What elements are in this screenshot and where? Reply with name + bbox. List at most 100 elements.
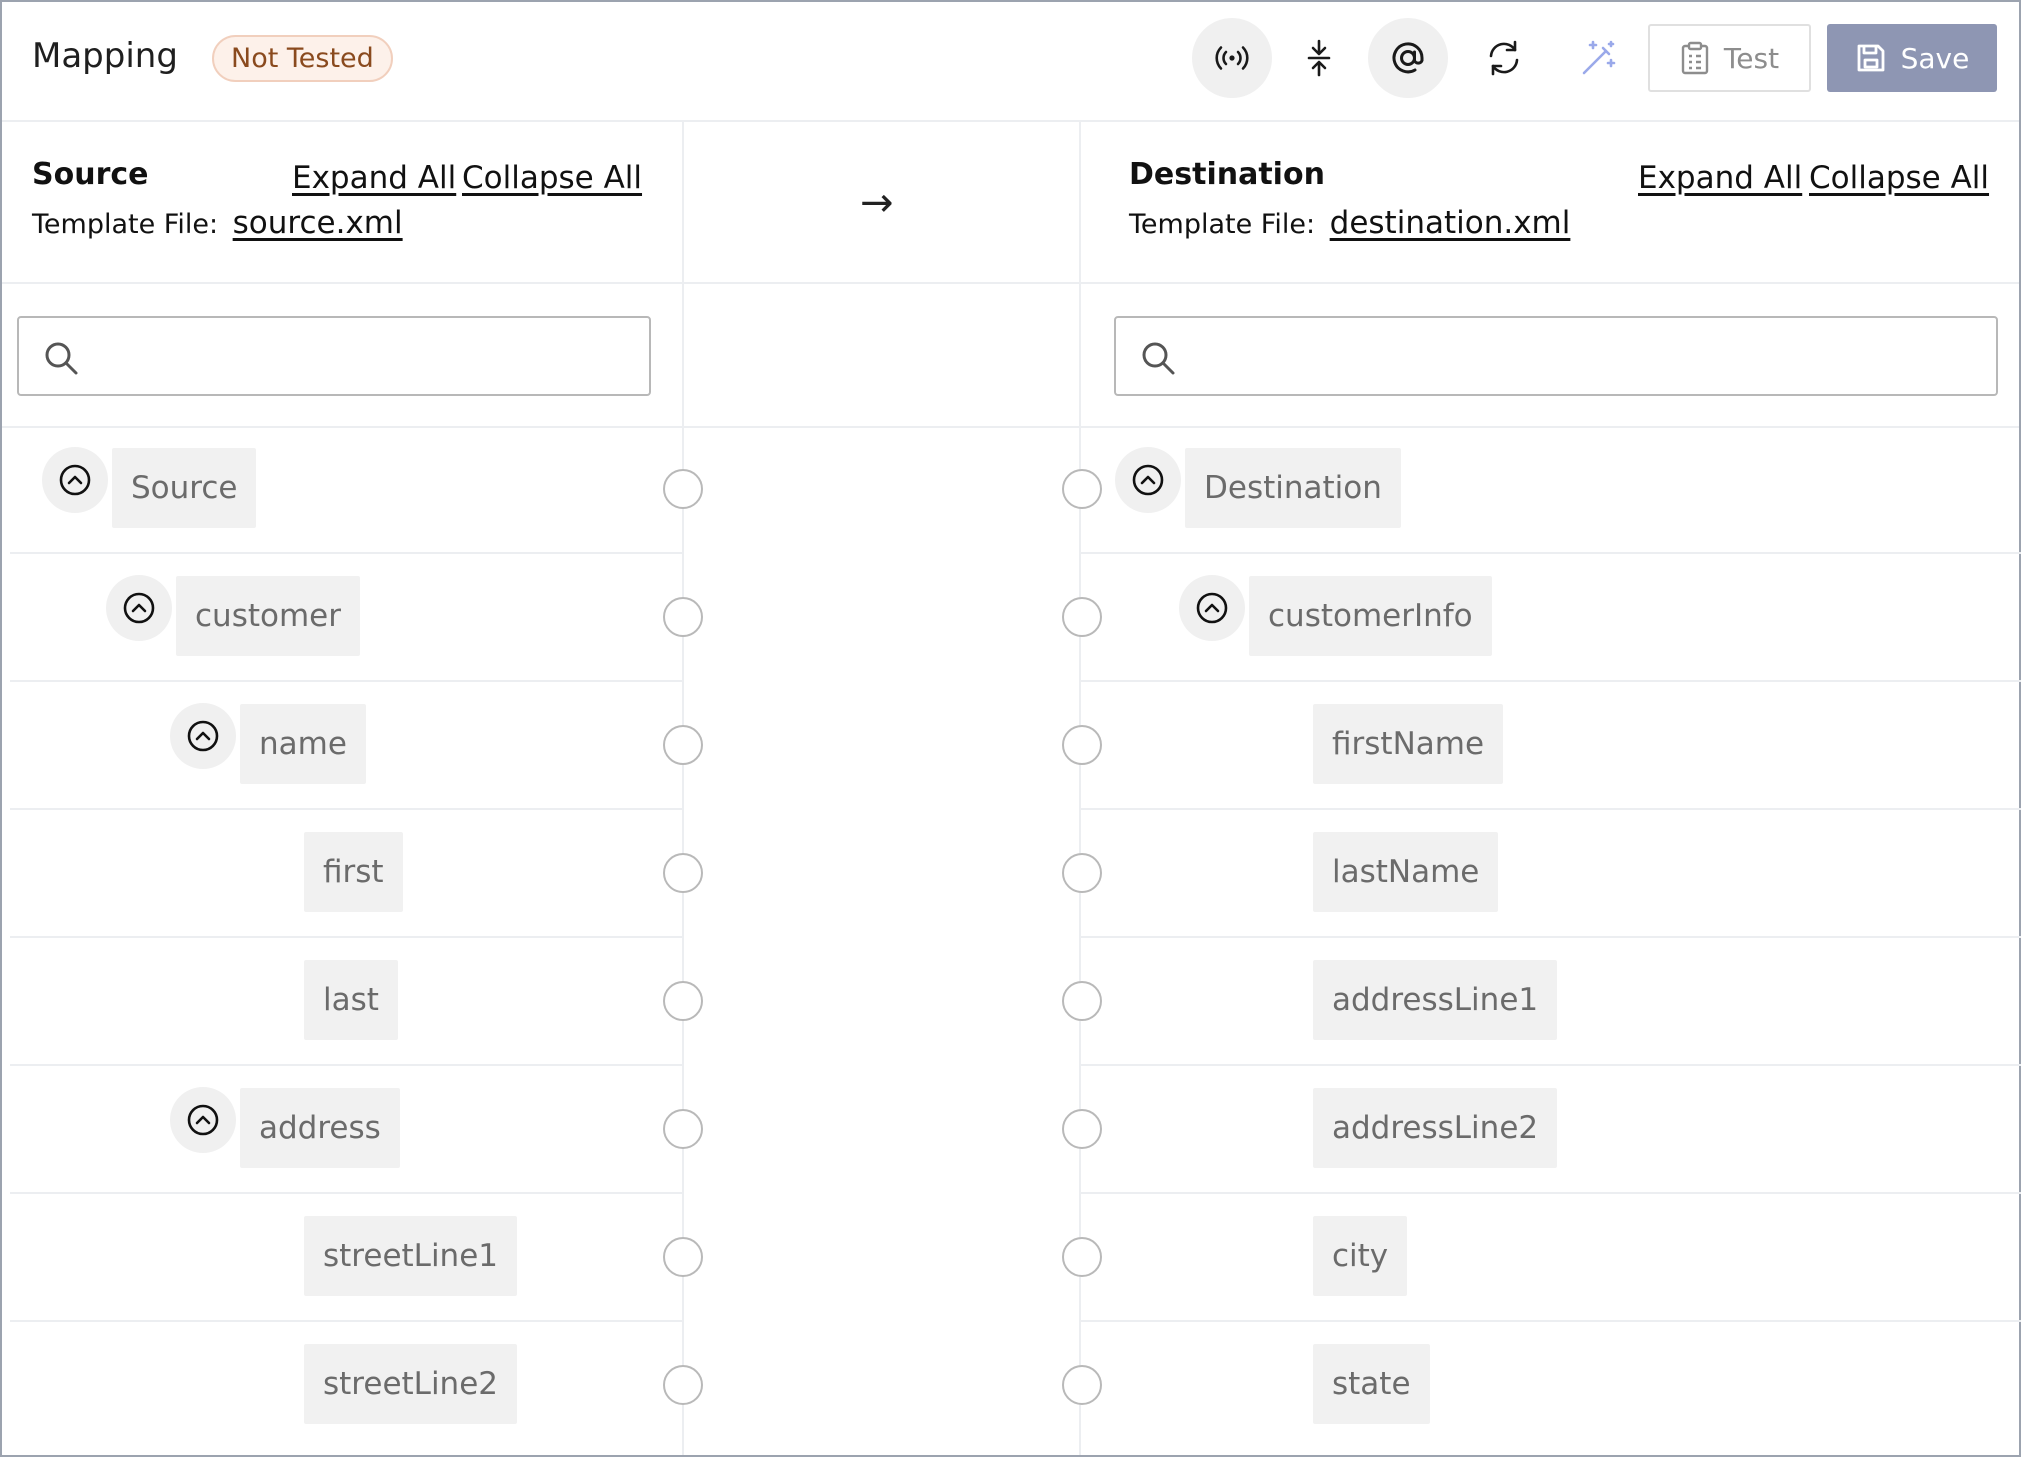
chevron-up-icon bbox=[187, 720, 219, 752]
source-tree-row: customer bbox=[10, 554, 703, 682]
destination-template-file-link[interactable]: destination.xml bbox=[1330, 205, 1571, 241]
clipboard-icon bbox=[1681, 41, 1709, 75]
status-badge: Not Tested bbox=[212, 35, 393, 82]
source-template-file: Template File: source.xml bbox=[32, 205, 403, 241]
source-node-label[interactable]: customer bbox=[176, 576, 360, 656]
destination-connector-port[interactable] bbox=[1062, 725, 1102, 765]
source-node-label[interactable]: Source bbox=[112, 448, 257, 528]
destination-node-label[interactable]: customerInfo bbox=[1249, 576, 1492, 656]
source-tree-row: Source bbox=[10, 426, 703, 554]
destination-tree-row: lastName bbox=[1062, 810, 2021, 938]
source-search-input[interactable] bbox=[99, 328, 639, 384]
compress-vertical-icon bbox=[1307, 39, 1331, 77]
destination-tree-row: city bbox=[1062, 1194, 2021, 1322]
compress-button[interactable] bbox=[1279, 18, 1359, 98]
source-node-label[interactable]: last bbox=[304, 960, 398, 1040]
search-icon bbox=[1142, 342, 1175, 375]
destination-connector-port[interactable] bbox=[1062, 597, 1102, 637]
source-node-label[interactable]: first bbox=[304, 832, 403, 912]
source-connector-port[interactable] bbox=[663, 853, 703, 893]
source-template-label: Template File: bbox=[32, 209, 219, 240]
chevron-up-icon bbox=[123, 592, 155, 624]
destination-node-label[interactable]: city bbox=[1313, 1216, 1408, 1296]
source-connector-port[interactable] bbox=[663, 1237, 703, 1277]
source-expand-all-link[interactable]: Expand All bbox=[292, 160, 456, 196]
test-button[interactable]: Test bbox=[1648, 24, 1811, 92]
at-sign-icon bbox=[1392, 42, 1424, 74]
destination-node-label[interactable]: lastName bbox=[1313, 832, 1499, 912]
mapping-arrow: → bbox=[860, 180, 894, 226]
destination-node-label[interactable]: addressLine1 bbox=[1313, 960, 1558, 1040]
refresh-button[interactable] bbox=[1464, 18, 1544, 98]
destination-connector-port[interactable] bbox=[1062, 981, 1102, 1021]
destination-tree-row: state bbox=[1062, 1322, 2021, 1450]
destination-tree-row: Destination bbox=[1062, 426, 2021, 554]
search-icon bbox=[45, 342, 78, 375]
collapse-toggle[interactable] bbox=[106, 575, 172, 641]
collapse-toggle[interactable] bbox=[170, 703, 236, 769]
source-connector-port[interactable] bbox=[663, 725, 703, 765]
source-connector-port[interactable] bbox=[663, 469, 703, 509]
destination-tree-row: addressLine2 bbox=[1062, 1066, 2021, 1194]
destination-tree-row: firstName bbox=[1062, 682, 2021, 810]
source-panel-title: Source bbox=[32, 157, 149, 192]
chevron-up-icon bbox=[187, 1104, 219, 1136]
destination-template-file: Template File: destination.xml bbox=[1129, 205, 1570, 241]
magic-wand-button[interactable] bbox=[1559, 18, 1639, 98]
test-button-label: Test bbox=[1723, 41, 1780, 75]
destination-search-input[interactable] bbox=[1196, 328, 1986, 384]
destination-node-label[interactable]: Destination bbox=[1185, 448, 1401, 528]
destination-tree-row: customerInfo bbox=[1062, 554, 2021, 682]
collapse-toggle[interactable] bbox=[42, 447, 108, 513]
mapping-editor: Mapping Not Tested Test Save Source Expa… bbox=[0, 0, 2021, 1457]
destination-node-label[interactable]: addressLine2 bbox=[1313, 1088, 1558, 1168]
source-tree-row: streetLine1 bbox=[10, 1194, 703, 1322]
destination-connector-port[interactable] bbox=[1062, 853, 1102, 893]
broadcast-icon bbox=[1215, 46, 1249, 70]
source-connector-port[interactable] bbox=[663, 981, 703, 1021]
chevron-up-icon bbox=[59, 464, 91, 496]
source-connector-port[interactable] bbox=[663, 597, 703, 637]
source-node-label[interactable]: streetLine2 bbox=[304, 1344, 517, 1424]
destination-template-label: Template File: bbox=[1129, 209, 1316, 240]
destination-search-box[interactable] bbox=[1114, 316, 1998, 396]
source-node-label[interactable]: address bbox=[240, 1088, 400, 1168]
chevron-up-icon bbox=[1196, 592, 1228, 624]
source-connector-port[interactable] bbox=[663, 1365, 703, 1405]
destination-expand-all-link[interactable]: Expand All bbox=[1638, 160, 1802, 196]
page-title: Mapping bbox=[32, 36, 178, 76]
source-tree-row: last bbox=[10, 938, 703, 1066]
save-button-label: Save bbox=[1900, 41, 1970, 75]
source-template-file-link[interactable]: source.xml bbox=[233, 205, 403, 241]
collapse-toggle[interactable] bbox=[1115, 447, 1181, 513]
destination-connector-port[interactable] bbox=[1062, 469, 1102, 509]
source-connector-port[interactable] bbox=[663, 1109, 703, 1149]
destination-tree-row: addressLine1 bbox=[1062, 938, 2021, 1066]
destination-connector-port[interactable] bbox=[1062, 1365, 1102, 1405]
floppy-disk-icon bbox=[1857, 44, 1885, 72]
magic-wand-icon bbox=[1582, 40, 1616, 75]
source-node-label[interactable]: name bbox=[240, 704, 366, 784]
collapse-toggle[interactable] bbox=[1179, 575, 1245, 641]
broadcast-button[interactable] bbox=[1192, 18, 1272, 98]
source-collapse-all-link[interactable]: Collapse All bbox=[462, 160, 642, 196]
source-tree-row: address bbox=[10, 1066, 703, 1194]
destination-collapse-all-link[interactable]: Collapse All bbox=[1809, 160, 1989, 196]
destination-node-label[interactable]: firstName bbox=[1313, 704, 1504, 784]
panel-header-divider bbox=[2, 282, 2019, 284]
header-bar: Mapping Not Tested Test Save bbox=[2, 2, 2019, 122]
save-button[interactable]: Save bbox=[1827, 24, 1997, 92]
source-tree-row: streetLine2 bbox=[10, 1322, 703, 1450]
destination-node-label[interactable]: state bbox=[1313, 1344, 1430, 1424]
at-sign-button[interactable] bbox=[1368, 18, 1448, 98]
source-node-label[interactable]: streetLine1 bbox=[304, 1216, 517, 1296]
source-tree-row: first bbox=[10, 810, 703, 938]
destination-connector-port[interactable] bbox=[1062, 1237, 1102, 1277]
chevron-up-icon bbox=[1132, 464, 1164, 496]
collapse-toggle[interactable] bbox=[170, 1087, 236, 1153]
source-search-box[interactable] bbox=[17, 316, 651, 396]
source-tree-row: name bbox=[10, 682, 703, 810]
refresh-icon bbox=[1489, 40, 1519, 76]
destination-connector-port[interactable] bbox=[1062, 1109, 1102, 1149]
destination-panel-title: Destination bbox=[1129, 157, 1325, 192]
